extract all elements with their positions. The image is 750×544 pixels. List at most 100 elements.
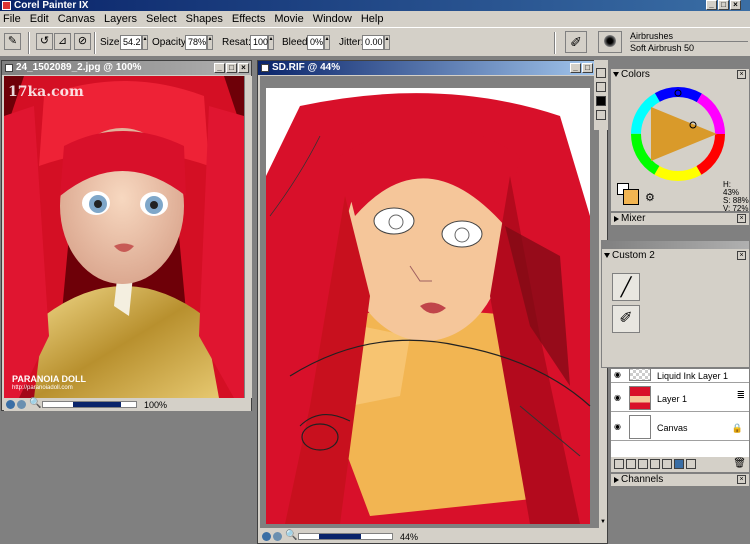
jitter-spinner[interactable]: ▴ [384,35,390,50]
resat-label: Resat: [222,37,251,48]
doc1-minimize-icon[interactable]: _ [214,63,225,73]
app-title-bar: Corel Painter IX _ □ × [0,0,750,11]
reference-photo: 17ka.com PARANOIA DOLL http://paranoiado… [4,76,244,398]
collapse-triangle-icon[interactable] [604,253,610,258]
layers-list: ◉ Liquid Ink Layer 1 ◉ Layer 1 ≣ ◉ Canva… [611,369,749,457]
doc1-globe-icon[interactable] [6,400,15,409]
reference-document-titlebar: 24_1502089_2.jpg @ 100% _ □ × [2,61,251,75]
layer-row-liquid-ink[interactable]: ◉ Liquid Ink Layer 1 [611,369,749,383]
layer-commands-icon[interactable] [614,459,624,469]
doc2-zoom-icon[interactable]: 🔍 [285,530,297,542]
layer-row-layer-1[interactable]: ◉ Layer 1 ≣ [611,384,749,412]
menu-file[interactable]: File [3,13,21,25]
menu-help[interactable]: Help [361,13,384,25]
doc2-grabber-icon[interactable] [273,532,282,541]
doc1-close-icon[interactable]: × [238,63,249,73]
resat-spinner[interactable]: ▴ [268,35,274,50]
expand-triangle-icon[interactable] [614,216,619,222]
doc2-minimize-icon[interactable]: _ [570,63,581,73]
doc2-maximize-icon[interactable]: □ [582,63,593,73]
brush-dab-icon[interactable] [598,31,622,53]
doc1-zoom-slider[interactable] [42,401,137,408]
color-picker-icon[interactable]: ⚙ [645,191,655,204]
maximize-icon[interactable]: □ [718,0,729,10]
channels-panel-close-icon[interactable]: × [737,475,746,484]
brush-variant-name[interactable]: Soft Airbrush 50 [630,43,748,54]
primary-color-swatch[interactable] [623,189,639,205]
tool-icon-b[interactable] [596,82,606,92]
custom-brush-pencil-icon[interactable]: ╱ [612,273,640,301]
tool-icon-c[interactable] [596,96,606,106]
doc1-zoom-icon[interactable]: 🔍 [29,398,41,410]
layer-thumbnail [629,386,651,410]
opacity-spinner[interactable]: ▴ [207,35,213,50]
size-spinner[interactable]: ▴ [142,35,148,50]
painting-canvas[interactable] [260,76,598,528]
custom-panel-grip[interactable] [602,241,749,249]
colors-panel-header[interactable]: Colors × [611,69,749,81]
reference-document-title: 24_1502089_2.jpg @ 100% [16,62,142,73]
jitter-field[interactable]: 0.00 [362,35,384,50]
size-field[interactable]: 54.2 [120,35,142,50]
doc2-zoom-slider[interactable] [298,533,393,540]
layer-group-icon[interactable] [650,459,660,469]
menu-select[interactable]: Select [146,13,177,25]
doc1-grabber-icon[interactable] [17,400,26,409]
layer-row-canvas[interactable]: ◉ Canvas 🔒 [611,413,749,441]
eye-icon[interactable]: ◉ [614,371,624,379]
trash-icon[interactable]: 🗑 [733,459,746,471]
menu-movie[interactable]: Movie [274,13,303,25]
eye-icon[interactable]: ◉ [614,423,624,431]
menu-window[interactable]: Window [313,13,352,25]
layer-name: Canvas [657,423,688,433]
stroke-type-freehand-icon[interactable]: ↺ [36,33,53,50]
new-layer-icon[interactable] [662,459,672,469]
custom-panel-header[interactable]: Custom 2 × [602,250,749,262]
color-wheel[interactable] [629,85,727,183]
resat-field[interactable]: 100 [250,35,268,50]
custom-panel-close-icon[interactable]: × [737,251,746,260]
doc1-vertical-scrollbar[interactable] [244,76,252,398]
painting-canvas-area[interactable] [260,76,598,528]
mixer-panel-header[interactable]: Mixer × [611,213,749,225]
brush-category-name[interactable]: Airbrushes [630,31,748,42]
layers-panel: ◉ Liquid Ink Layer 1 ◉ Layer 1 ≣ ◉ Canva… [610,368,750,473]
doc1-maximize-icon[interactable]: □ [226,63,237,73]
menu-edit[interactable]: Edit [30,13,49,25]
new-liquid-layer-icon[interactable] [674,459,684,469]
layer-stack-icon: ≣ [736,390,745,401]
tool-icon-d[interactable] [596,110,606,120]
bleed-spinner[interactable]: ▴ [324,35,330,50]
stroke-type-straight-icon[interactable]: ⊿ [54,33,71,50]
layer-thumbnail [629,415,651,439]
app-icon [2,1,11,10]
jitter-label: Jitter: [339,37,364,48]
layer-mask-icon[interactable] [638,459,648,469]
menu-effects[interactable]: Effects [232,13,265,25]
reset-tool-icon[interactable]: ⊘ [74,33,91,50]
close-icon[interactable]: × [730,0,741,10]
custom-panel: Custom 2 × ╱ ✐ [601,240,750,368]
minimize-icon[interactable]: _ [706,0,717,10]
expand-triangle-icon[interactable] [614,477,619,483]
doc1-status-bar: 🔍 100% [4,398,251,411]
menu-layers[interactable]: Layers [104,13,137,25]
doc2-globe-icon[interactable] [262,532,271,541]
opacity-field[interactable]: 78% [185,35,207,50]
dynamic-plugins-icon[interactable] [626,459,636,469]
colors-panel-close-icon[interactable]: × [737,70,746,79]
brush-category-icon[interactable]: ✐ [565,31,587,53]
mixer-panel-close-icon[interactable]: × [737,214,746,223]
layer-name: Liquid Ink Layer 1 [657,371,729,381]
custom-brush-airbrush-icon[interactable]: ✐ [612,305,640,333]
eye-icon[interactable]: ◉ [614,394,624,402]
menu-shapes[interactable]: Shapes [186,13,223,25]
channels-panel-header[interactable]: Channels × [611,474,749,486]
brush-tool-icon[interactable]: ✎ [4,33,21,50]
menu-canvas[interactable]: Canvas [58,13,95,25]
collapse-triangle-icon[interactable] [613,72,619,77]
layer-options-icon[interactable] [686,459,696,469]
channels-panel: Channels × [610,473,750,486]
tool-icon-a[interactable] [596,68,606,78]
bleed-field[interactable]: 0% [307,35,324,50]
